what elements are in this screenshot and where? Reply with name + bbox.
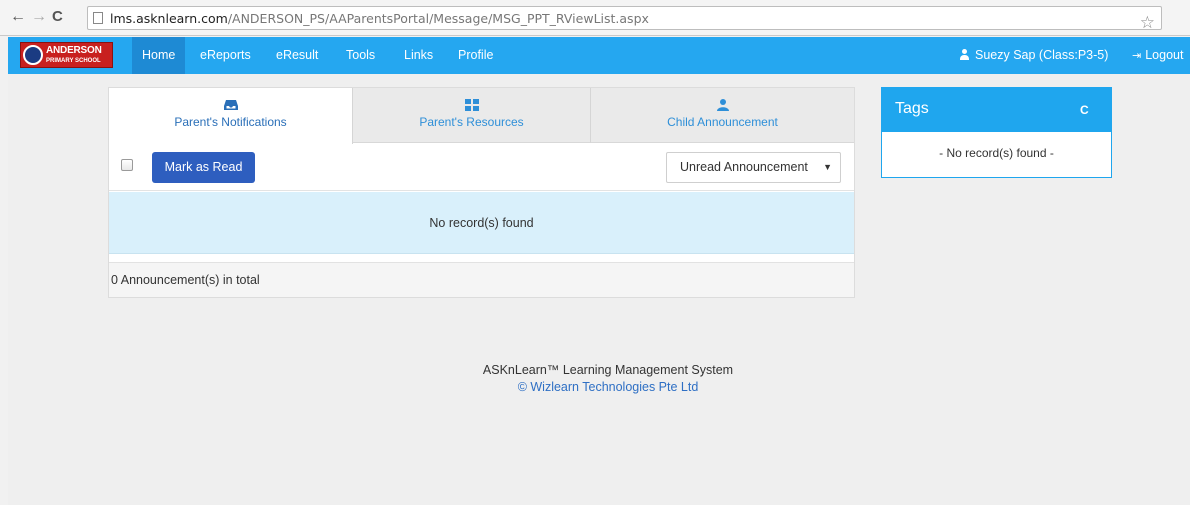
url-path: /ANDERSON_PS/AAParentsPortal/Message/MSG… bbox=[227, 11, 649, 26]
tags-empty-message: - No record(s) found - bbox=[939, 146, 1054, 160]
tab-label: Parent's Notifications bbox=[174, 115, 287, 129]
filter-selected-value: Unread Announcement bbox=[680, 160, 808, 174]
school-emblem-icon bbox=[23, 45, 43, 65]
nav-links[interactable]: Links bbox=[394, 37, 443, 74]
nav-profile[interactable]: Profile bbox=[448, 37, 503, 74]
page-content: Parent's Notifications Parent's Resource… bbox=[8, 74, 1190, 505]
tags-header: Tags C bbox=[882, 88, 1111, 132]
tab-parents-resources[interactable]: Parent's Resources bbox=[353, 88, 591, 143]
school-logo[interactable]: ANDERSON PRIMARY SCHOOL bbox=[20, 42, 113, 68]
caret-down-icon: ▼ bbox=[823, 162, 832, 172]
tab-parents-notifications[interactable]: Parent's Notifications bbox=[109, 88, 353, 144]
inbox-icon bbox=[223, 100, 238, 110]
tab-bar: Parent's Notifications Parent's Resource… bbox=[109, 88, 854, 144]
reload-icon[interactable]: C bbox=[52, 8, 63, 26]
announcements-panel: Parent's Notifications Parent's Resource… bbox=[108, 87, 855, 298]
nav-home[interactable]: Home bbox=[132, 37, 186, 74]
user-label: Suezy Sap (Class:P3-5) bbox=[975, 48, 1109, 62]
user-icon bbox=[716, 99, 729, 111]
select-all-checkbox[interactable] bbox=[121, 159, 133, 171]
grid-icon bbox=[464, 99, 479, 111]
main-navbar: ANDERSON PRIMARY SCHOOL Home eReports eR… bbox=[8, 37, 1190, 74]
nav-ereports[interactable]: eReports bbox=[190, 37, 261, 74]
tab-label: Parent's Resources bbox=[419, 115, 524, 129]
tags-title: Tags bbox=[895, 100, 929, 117]
nav-eresult[interactable]: eResult bbox=[266, 37, 328, 74]
tags-panel: Tags C - No record(s) found - bbox=[881, 87, 1112, 178]
nav-tools[interactable]: Tools bbox=[336, 37, 385, 74]
page-footer: ASKnLearn™ Learning Management System © … bbox=[408, 363, 808, 394]
tab-label: Child Announcement bbox=[667, 115, 778, 129]
logo-line1: ANDERSON bbox=[46, 45, 102, 56]
announcement-total: 0 Announcement(s) in total bbox=[109, 262, 854, 297]
address-bar[interactable]: lms.asknlearn.com/ANDERSON_PS/AAParentsP… bbox=[87, 6, 1162, 32]
browser-toolbar: ← → C lms.asknlearn.com/ANDERSON_PS/AAPa… bbox=[0, 0, 1190, 36]
logout-icon: ⇥ bbox=[1132, 50, 1142, 62]
url-text[interactable]: lms.asknlearn.com/ANDERSON_PS/AAParentsP… bbox=[110, 11, 649, 26]
user-icon bbox=[959, 49, 970, 60]
logout-label: Logout bbox=[1145, 48, 1184, 62]
footer-copyright-link[interactable]: © Wizlearn Technologies Pte Ltd bbox=[408, 380, 808, 394]
tab-child-announcement[interactable]: Child Announcement bbox=[591, 88, 854, 143]
forward-arrow-icon[interactable]: → bbox=[31, 8, 47, 26]
bookmark-star-icon[interactable]: ☆ bbox=[1140, 14, 1155, 32]
refresh-icon[interactable]: C bbox=[1080, 103, 1089, 117]
mark-as-read-button[interactable]: Mark as Read bbox=[152, 152, 255, 183]
page-icon bbox=[93, 12, 103, 24]
logout-link[interactable]: ⇥ Logout bbox=[1132, 37, 1183, 74]
empty-list-message: No record(s) found bbox=[109, 192, 854, 254]
user-menu[interactable]: Suezy Sap (Class:P3-5) bbox=[959, 37, 1108, 74]
url-domain: lms.asknlearn.com bbox=[110, 11, 228, 26]
list-toolbar: Mark as Read Unread Announcement ▼ bbox=[109, 144, 854, 191]
announcement-filter-select[interactable]: Unread Announcement ▼ bbox=[666, 152, 841, 183]
back-arrow-icon[interactable]: ← bbox=[10, 8, 26, 26]
logo-line2: PRIMARY SCHOOL bbox=[46, 58, 101, 64]
footer-product: ASKnLearn™ Learning Management System bbox=[482, 363, 734, 377]
